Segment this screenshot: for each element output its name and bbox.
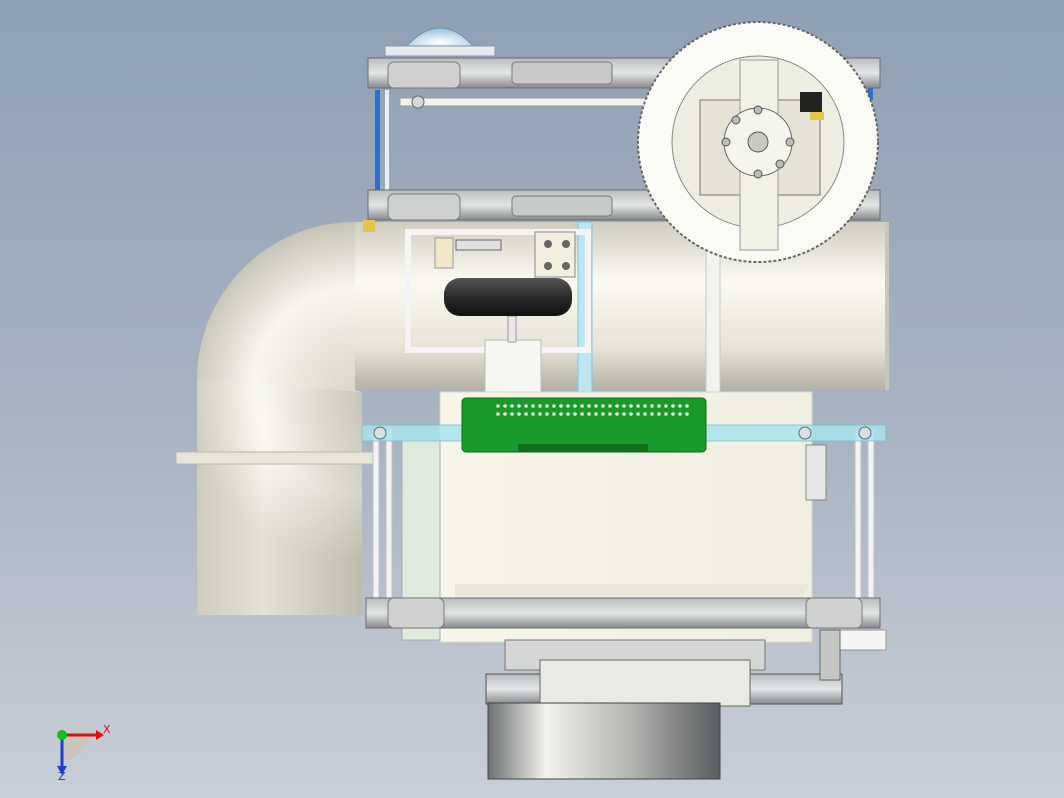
header-pin <box>594 412 598 416</box>
header-pin <box>678 412 682 416</box>
header-pin <box>636 412 640 416</box>
header-pin <box>678 404 682 408</box>
header-pin <box>629 404 633 408</box>
header-pin <box>517 404 521 408</box>
header-pin <box>622 404 626 408</box>
header-pin <box>573 404 577 408</box>
header-pin <box>524 404 528 408</box>
header-pin <box>587 412 591 416</box>
header-pin <box>650 404 654 408</box>
header-pin <box>671 404 675 408</box>
header-pin <box>538 404 542 408</box>
header-pin <box>566 412 570 416</box>
z-axis-label: Z <box>58 770 66 783</box>
header-pin <box>657 412 661 416</box>
header-pin <box>671 412 675 416</box>
y-axis-dot <box>57 730 67 740</box>
header-pin <box>643 412 647 416</box>
header-pin <box>664 412 668 416</box>
header-pin <box>566 404 570 408</box>
header-pin <box>573 412 577 416</box>
header-pin <box>559 412 563 416</box>
header-pin <box>594 404 598 408</box>
header-pin <box>601 412 605 416</box>
header-pin <box>531 412 535 416</box>
header-pin <box>657 404 661 408</box>
header-pin <box>580 404 584 408</box>
header-pin <box>503 404 507 408</box>
header-pin <box>685 404 689 408</box>
circuit-board[interactable] <box>461 397 707 453</box>
axis-triad: X Z <box>57 723 111 783</box>
header-pin <box>545 412 549 416</box>
header-pin <box>664 404 668 408</box>
header-pin <box>531 404 535 408</box>
x-axis-label: X <box>103 723 111 736</box>
dome-light[interactable] <box>384 27 496 57</box>
header-pin <box>517 412 521 416</box>
header-pin <box>622 412 626 416</box>
header-pin <box>615 412 619 416</box>
drive-tire <box>444 278 572 316</box>
header-pin <box>608 404 612 408</box>
header-pin <box>559 404 563 408</box>
header-pin <box>545 404 549 408</box>
header-pin <box>601 404 605 408</box>
header-pin <box>510 404 514 408</box>
cad-viewport[interactable]: X Z <box>0 0 1064 798</box>
header-pin <box>496 404 500 408</box>
header-pin <box>552 412 556 416</box>
header-pin <box>650 412 654 416</box>
robot-assembly-model[interactable]: X Z <box>0 0 1064 798</box>
header-pin <box>636 404 640 408</box>
header-pin <box>587 404 591 408</box>
header-pin <box>552 404 556 408</box>
wheel[interactable] <box>637 21 879 263</box>
header-pin <box>496 412 500 416</box>
header-pin <box>685 412 689 416</box>
header-pin <box>643 404 647 408</box>
header-pin <box>580 412 584 416</box>
header-pin <box>629 412 633 416</box>
header-pin <box>608 412 612 416</box>
header-pin <box>524 412 528 416</box>
base-motor[interactable] <box>485 629 843 780</box>
header-pin <box>510 412 514 416</box>
header-pin <box>538 412 542 416</box>
header-pin <box>503 412 507 416</box>
header-pin <box>615 404 619 408</box>
